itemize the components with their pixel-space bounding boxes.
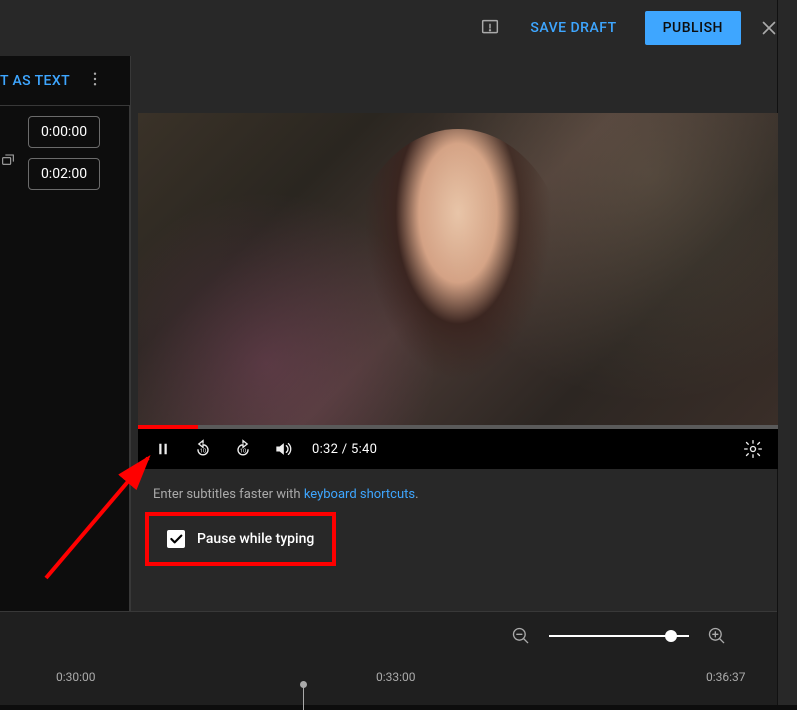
timeline[interactable]: 0:30:00 0:33:00 0:36:37	[0, 670, 777, 710]
pause-while-typing-label: Pause while typing	[197, 531, 314, 547]
svg-text:10: 10	[200, 448, 207, 454]
video-player: 10 10 0:32 / 5:40	[138, 113, 778, 469]
right-edge-strip	[777, 0, 797, 705]
zoom-in-icon[interactable]	[705, 624, 729, 648]
top-bar: SAVE DRAFT PUBLISH	[0, 0, 797, 56]
pause-while-typing-box: Pause while typing	[145, 512, 336, 566]
keyboard-shortcuts-link[interactable]: keyboard shortcuts	[304, 487, 415, 502]
zoom-out-icon[interactable]	[509, 624, 533, 648]
edit-as-text-button[interactable]: T AS TEXT	[0, 65, 70, 97]
settings-gear-icon[interactable]	[742, 438, 764, 460]
forward-10-icon[interactable]: 10	[232, 438, 254, 460]
rewind-10-icon[interactable]: 10	[192, 438, 214, 460]
zoom-controls	[0, 612, 777, 648]
pause-while-typing-checkbox[interactable]	[167, 530, 185, 548]
timeline-tick: 0:33:00	[376, 670, 416, 684]
timeline-tick: 0:30:00	[56, 670, 96, 684]
pause-icon[interactable]	[152, 438, 174, 460]
zoom-slider[interactable]	[549, 635, 689, 637]
total-time: 5:40	[351, 442, 377, 457]
publish-button[interactable]: PUBLISH	[645, 11, 741, 45]
volume-icon[interactable]	[272, 438, 294, 460]
zoom-slider-thumb[interactable]	[665, 630, 677, 642]
hint-prefix: Enter subtitles faster with	[153, 487, 304, 502]
video-progress-fill	[138, 425, 198, 429]
video-controls: 10 10 0:32 / 5:40	[138, 429, 778, 469]
video-progress-bar[interactable]	[138, 425, 778, 429]
save-draft-button[interactable]: SAVE DRAFT	[518, 12, 628, 44]
svg-text:10: 10	[240, 448, 247, 454]
timeline-tick: 0:36:37	[706, 670, 746, 684]
end-time-input[interactable]	[28, 158, 100, 190]
timeline-playhead[interactable]	[303, 686, 304, 710]
subtitle-timing-pane	[0, 106, 130, 611]
timeline-bar: 0:30:00 0:33:00 0:36:37	[0, 611, 777, 705]
hint-suffix: .	[415, 487, 418, 502]
current-time: 0:32	[312, 442, 338, 457]
main-area: 10 10 0:32 / 5:40	[130, 56, 777, 611]
subtitle-entry-icon	[0, 153, 16, 169]
more-options-icon[interactable]	[78, 69, 112, 93]
keyboard-hint: Enter subtitles faster with keyboard sho…	[153, 487, 777, 502]
video-frame[interactable]	[138, 113, 778, 425]
feedback-icon[interactable]	[478, 16, 502, 40]
start-time-input[interactable]	[28, 116, 100, 148]
time-display: 0:32 / 5:40	[312, 442, 377, 457]
